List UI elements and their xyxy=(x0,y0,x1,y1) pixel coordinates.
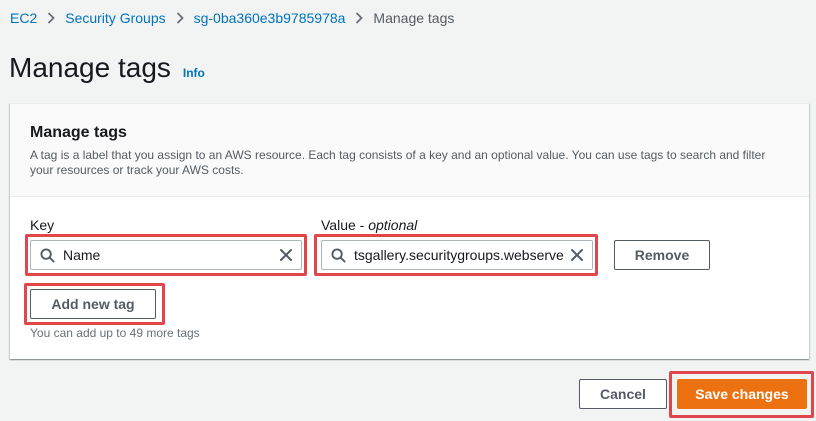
remove-tag-button[interactable]: Remove xyxy=(614,240,710,270)
cancel-button[interactable]: Cancel xyxy=(579,379,667,409)
search-icon xyxy=(40,247,55,263)
breadcrumb-security-group-id[interactable]: sg-0ba360e3b9785978a xyxy=(194,10,346,26)
page-header: Manage tags Info xyxy=(9,52,205,84)
breadcrumb-current: Manage tags xyxy=(373,10,455,26)
value-input-value[interactable]: tsgallery.securitygroups.webserver xyxy=(354,247,564,263)
breadcrumb-security-groups[interactable]: Security Groups xyxy=(65,10,165,26)
manage-tags-panel: Manage tags A tag is a label that you as… xyxy=(10,103,809,359)
value-label: Value - optional xyxy=(321,217,417,233)
add-new-tag-button[interactable]: Add new tag xyxy=(30,289,156,319)
info-link[interactable]: Info xyxy=(183,66,205,80)
save-changes-button[interactable]: Save changes xyxy=(677,379,807,409)
value-optional-text: optional xyxy=(368,217,418,233)
panel-header: Manage tags A tag is a label that you as… xyxy=(10,104,809,197)
key-input[interactable]: Name xyxy=(30,240,302,270)
chevron-right-icon xyxy=(355,12,364,24)
value-input[interactable]: tsgallery.securitygroups.webserver xyxy=(321,240,593,270)
key-label: Key xyxy=(30,217,54,233)
search-icon xyxy=(331,247,346,263)
clear-icon[interactable] xyxy=(570,248,584,262)
key-input-value[interactable]: Name xyxy=(63,247,273,263)
chevron-right-icon xyxy=(176,12,184,24)
panel-title: Manage tags xyxy=(30,124,127,141)
tags-remaining-hint: You can add up to 49 more tags xyxy=(30,326,200,340)
page-title: Manage tags xyxy=(9,52,171,83)
breadcrumb-ec2[interactable]: EC2 xyxy=(10,10,37,26)
breadcrumb: EC2 Security Groups sg-0ba360e3b9785978a… xyxy=(10,10,454,26)
key-label-text: Key xyxy=(30,217,55,233)
chevron-right-icon xyxy=(47,12,56,24)
clear-icon[interactable] xyxy=(279,248,293,262)
panel-description: A tag is a label that you assign to an A… xyxy=(30,148,766,177)
value-label-text: Value - xyxy=(321,217,369,233)
